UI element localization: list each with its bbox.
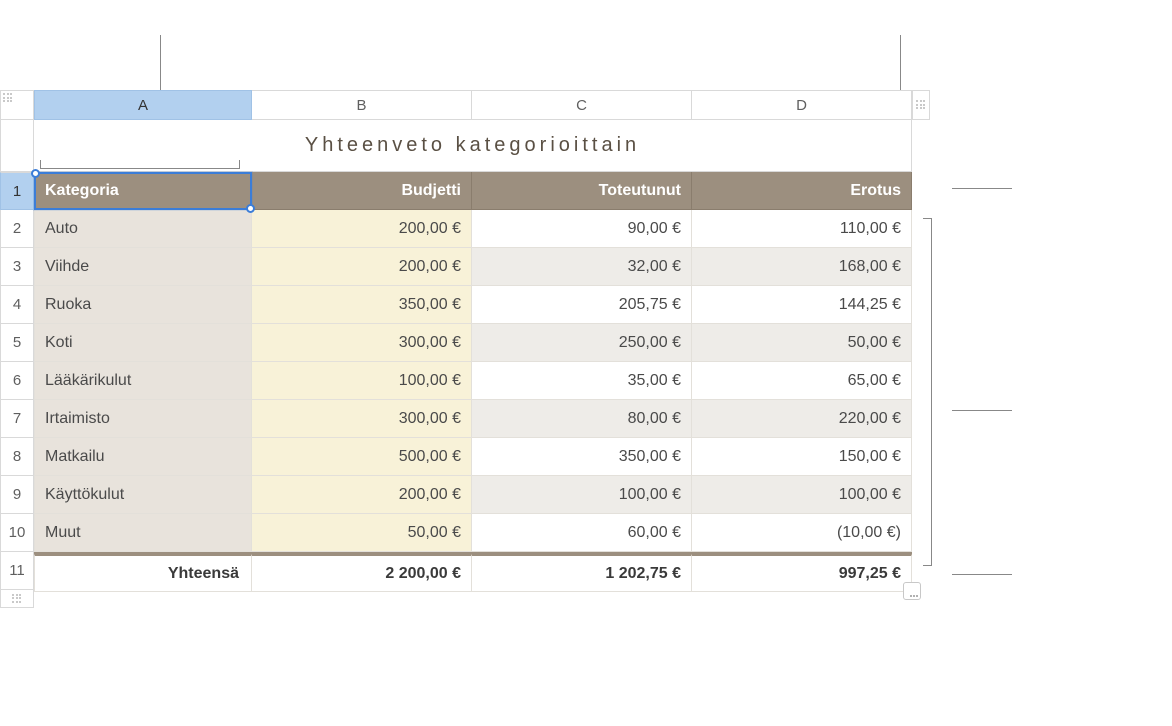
row-header-8[interactable]: 8 [0,438,34,476]
cell-actual[interactable]: 250,00 € [472,324,692,362]
cell-actual[interactable]: 80,00 € [472,400,692,438]
cell-budget[interactable]: 350,00 € [252,286,472,324]
cell-category[interactable]: Irtaimisto [34,400,252,438]
header-actual[interactable]: Toteutunut [472,172,692,210]
table-row: Viihde 200,00 € 32,00 € 168,00 € [34,248,912,286]
row-header-11[interactable]: 11 [0,552,34,590]
cell-category[interactable]: Viihde [34,248,252,286]
header-budget[interactable]: Budjetti [252,172,472,210]
callout-line [160,35,161,90]
row-header-4[interactable]: 4 [0,286,34,324]
total-actual[interactable]: 1 202,75 € [472,554,692,592]
row-header-7[interactable]: 7 [0,400,34,438]
cell-budget[interactable]: 100,00 € [252,362,472,400]
cell-budget[interactable]: 300,00 € [252,324,472,362]
cell-diff[interactable]: 150,00 € [692,438,912,476]
cell-budget[interactable]: 200,00 € [252,248,472,286]
cell-budget[interactable]: 200,00 € [252,210,472,248]
row-headers: 1 2 3 4 5 6 7 8 9 10 11 [0,172,34,590]
total-diff[interactable]: 997,25 € [692,554,912,592]
cell-category[interactable]: Auto [34,210,252,248]
table-corner-handle[interactable] [0,90,34,120]
table-row: Koti 300,00 € 250,00 € 50,00 € [34,324,912,362]
header-category[interactable]: Kategoria [34,172,252,210]
cell-actual[interactable]: 32,00 € [472,248,692,286]
column-headers: A B C D [34,90,912,120]
cell-category[interactable]: Ruoka [34,286,252,324]
cell-actual[interactable]: 100,00 € [472,476,692,514]
cell-category[interactable]: Käyttökulut [34,476,252,514]
column-header-d[interactable]: D [692,90,912,120]
column-header-c[interactable]: C [472,90,692,120]
callout-line [900,35,901,90]
table-row: Käyttökulut 200,00 € 100,00 € 100,00 € [34,476,912,514]
cell-category[interactable]: Lääkärikulut [34,362,252,400]
cell-category[interactable]: Koti [34,324,252,362]
data-grid: Kategoria Budjetti Toteutunut Erotus Aut… [34,172,912,590]
row-header-10[interactable]: 10 [0,514,34,552]
header-diff[interactable]: Erotus [692,172,912,210]
table-row: Ruoka 350,00 € 205,75 € 144,25 € [34,286,912,324]
cell-budget[interactable]: 300,00 € [252,400,472,438]
cell-actual[interactable]: 205,75 € [472,286,692,324]
add-row-handle[interactable] [0,590,34,608]
row-header-2[interactable]: 2 [0,210,34,248]
row-header-6[interactable]: 6 [0,362,34,400]
total-row: Yhteensä 2 200,00 € 1 202,75 € 997,25 € [34,552,912,590]
cell-budget[interactable]: 200,00 € [252,476,472,514]
column-header-a[interactable]: A [34,90,252,120]
header-row: Kategoria Budjetti Toteutunut Erotus [34,172,912,210]
cell-actual[interactable]: 35,00 € [472,362,692,400]
cell-category[interactable]: Matkailu [34,438,252,476]
cell-diff[interactable]: 100,00 € [692,476,912,514]
cell-actual[interactable]: 90,00 € [472,210,692,248]
total-label[interactable]: Yhteensä [34,554,252,592]
cell-actual[interactable]: 60,00 € [472,514,692,552]
callout-line [952,574,1012,575]
resize-table-handle[interactable] [895,574,929,608]
cell-diff[interactable]: 110,00 € [692,210,912,248]
table-row: Muut 50,00 € 60,00 € (10,00 €) [34,514,912,552]
cell-category[interactable]: Muut [34,514,252,552]
total-budget[interactable]: 2 200,00 € [252,554,472,592]
cell-budget[interactable]: 50,00 € [252,514,472,552]
cell-diff[interactable]: 65,00 € [692,362,912,400]
add-column-handle[interactable] [912,90,930,120]
callout-line [952,188,1012,189]
cell-diff[interactable]: 50,00 € [692,324,912,362]
table-row: Auto 200,00 € 90,00 € 110,00 € [34,210,912,248]
callout-line [952,410,1012,411]
table-row: Irtaimisto 300,00 € 80,00 € 220,00 € [34,400,912,438]
callout-bracket [40,155,240,169]
column-header-b[interactable]: B [252,90,472,120]
drag-handle-icon [12,594,22,604]
cell-diff[interactable]: 144,25 € [692,286,912,324]
callout-bracket [918,218,932,566]
cell-diff[interactable]: 168,00 € [692,248,912,286]
drag-handle-icon [916,100,926,110]
cell-diff[interactable]: 220,00 € [692,400,912,438]
cell-budget[interactable]: 500,00 € [252,438,472,476]
title-row-number[interactable] [0,120,34,172]
drag-handle-icon [3,93,13,103]
row-header-9[interactable]: 9 [0,476,34,514]
row-header-3[interactable]: 3 [0,248,34,286]
cell-actual[interactable]: 350,00 € [472,438,692,476]
row-header-1[interactable]: 1 [0,172,34,210]
table-row: Matkailu 500,00 € 350,00 € 150,00 € [34,438,912,476]
table-row: Lääkärikulut 100,00 € 35,00 € 65,00 € [34,362,912,400]
cell-diff[interactable]: (10,00 €) [692,514,912,552]
row-header-5[interactable]: 5 [0,324,34,362]
